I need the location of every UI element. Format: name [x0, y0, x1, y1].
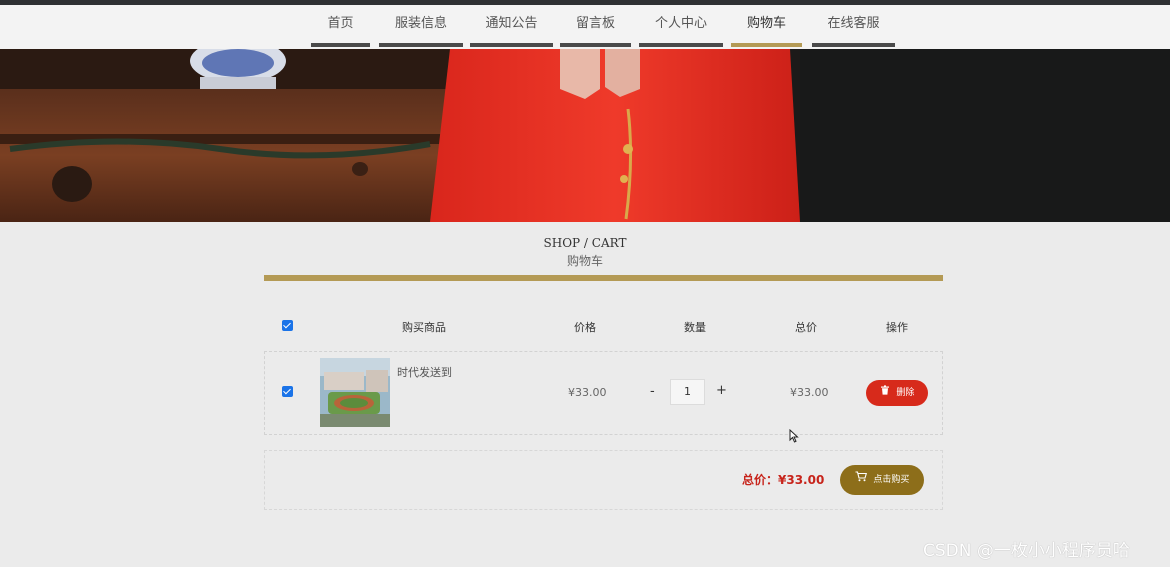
- nav-item-messages[interactable]: 留言板: [560, 5, 631, 47]
- nav-item-profile[interactable]: 个人中心: [639, 5, 723, 47]
- quantity-increase-button[interactable]: +: [716, 383, 727, 398]
- page-title-en: SHOP / CART: [543, 236, 627, 250]
- buy-button[interactable]: 点击购买: [840, 465, 924, 495]
- trash-icon: [880, 380, 890, 406]
- cart-icon: [855, 465, 867, 495]
- nav-item-cart[interactable]: 购物车: [731, 5, 802, 47]
- banner-photo: [0, 49, 1170, 222]
- nav-item-home[interactable]: 首页: [311, 5, 370, 47]
- delete-button[interactable]: 删除: [866, 380, 928, 406]
- quantity-decrease-button[interactable]: -: [650, 384, 655, 399]
- nav-item-support[interactable]: 在线客服: [812, 5, 895, 47]
- banner-image: [0, 49, 1170, 222]
- select-all-checkbox[interactable]: [282, 320, 293, 331]
- buy-label: 点击购买: [873, 475, 910, 485]
- header-subtotal: 总价: [795, 321, 817, 334]
- cart-total: 总价：¥33.00: [742, 473, 825, 487]
- item-subtotal: ¥33.00: [790, 386, 829, 399]
- header-quantity: 数量: [684, 321, 706, 334]
- item-checkbox[interactable]: [282, 386, 293, 397]
- title-underline: [264, 275, 943, 281]
- mouse-cursor-icon: [789, 428, 799, 447]
- item-price: ¥33.00: [568, 386, 607, 399]
- product-name[interactable]: 时代发送到: [397, 364, 452, 380]
- page-title-zh: 购物车: [566, 254, 603, 268]
- quantity-input[interactable]: 1: [670, 379, 705, 405]
- header-price: 价格: [574, 321, 596, 334]
- nav-item-clothing[interactable]: 服装信息: [379, 5, 463, 47]
- header-action: 操作: [886, 321, 908, 334]
- product-image: [320, 358, 390, 427]
- delete-label: 删除: [896, 388, 915, 398]
- header-product: 购买商品: [402, 321, 446, 334]
- nav-item-notices[interactable]: 通知公告: [470, 5, 553, 47]
- main-nav: 首页 服装信息 通知公告 留言板 个人中心 购物车 在线客服: [0, 5, 1170, 49]
- product-thumbnail[interactable]: [320, 358, 390, 427]
- watermark: CSDN @一枚小小程序员哈: [923, 541, 1130, 561]
